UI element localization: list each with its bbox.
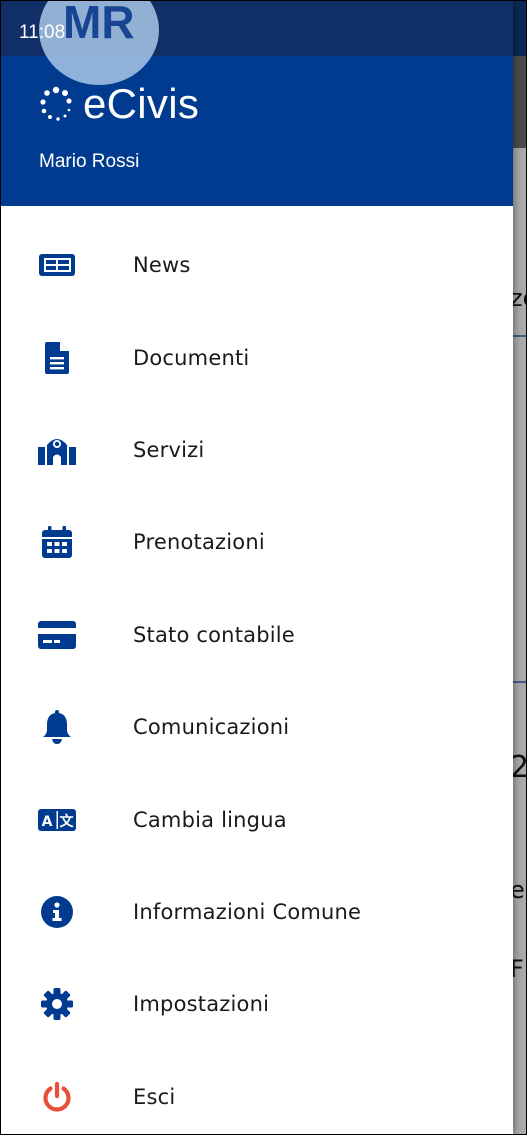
menu-item-stato-contabile[interactable]: Stato contabile	[1, 589, 513, 681]
background-divider	[511, 681, 526, 683]
ecivis-logo-icon	[40, 86, 72, 121]
menu-item-label: Impostazioni	[133, 992, 270, 1017]
user-name: Mario Rossi	[39, 151, 140, 172]
status-time: 11:08	[19, 22, 66, 43]
credit-card-icon	[37, 615, 77, 655]
menu-item-informazioni-comune[interactable]: Informazioni Comune	[1, 866, 513, 958]
menu-item-documenti[interactable]: Documenti	[1, 311, 513, 403]
navigation-drawer: 11:08 MR eCivis Mario Rossi News Documen…	[1, 1, 513, 1134]
gear-icon	[37, 984, 77, 1024]
menu-item-prenotazioni[interactable]: Prenotazioni	[1, 496, 513, 588]
menu-item-cambia-lingua[interactable]: A 文 Cambia lingua	[1, 773, 513, 865]
menu-item-label: Comunicazioni	[133, 715, 290, 740]
menu-item-servizi[interactable]: Servizi	[1, 404, 513, 496]
menu-item-label: Prenotazioni	[133, 530, 265, 555]
drawer-menu: News Documenti Servizi Prenotazioni Stat…	[1, 219, 513, 1134]
menu-item-label: Cambia lingua	[133, 807, 287, 832]
menu-item-label: Informazioni Comune	[133, 899, 362, 924]
menu-item-label: Documenti	[133, 345, 250, 370]
info-icon	[37, 892, 77, 932]
power-icon	[37, 1077, 77, 1117]
menu-item-label: News	[133, 253, 191, 278]
translate-icon: A 文	[37, 800, 77, 840]
svg-text:文: 文	[60, 813, 75, 830]
screen: zo 2 e FI 11:08 MR	[0, 0, 527, 1135]
menu-item-esci[interactable]: Esci	[1, 1051, 513, 1134]
background-divider	[511, 335, 526, 337]
svg-text:A: A	[42, 814, 53, 830]
menu-item-news[interactable]: News	[1, 219, 513, 311]
menu-item-impostazioni[interactable]: Impostazioni	[1, 958, 513, 1050]
town-hall-icon	[37, 430, 77, 470]
calendar-icon	[37, 522, 77, 562]
menu-item-label: Servizi	[133, 437, 205, 462]
document-icon	[37, 338, 77, 378]
menu-item-label: Esci	[133, 1084, 176, 1109]
avatar-initials: MR	[63, 0, 135, 48]
bell-icon	[37, 707, 77, 747]
menu-item-comunicazioni[interactable]: Comunicazioni	[1, 681, 513, 773]
brand-name: eCivis	[83, 80, 200, 127]
menu-item-label: Stato contabile	[133, 622, 295, 647]
newspaper-icon	[37, 245, 77, 285]
brand: eCivis	[37, 82, 199, 126]
